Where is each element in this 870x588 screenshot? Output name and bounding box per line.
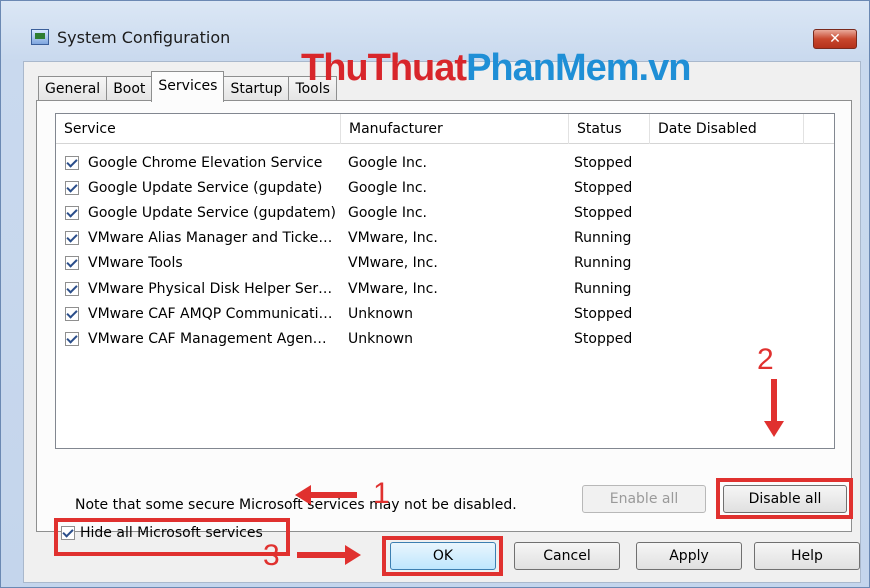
service-name: Google Update Service (gupdate)	[88, 179, 323, 196]
watermark-part-1: ThuThuat	[301, 47, 467, 89]
service-enable-checkbox[interactable]	[65, 155, 79, 170]
annotation-number-2: 2	[757, 343, 774, 376]
service-name: Google Update Service (gupdatem)	[88, 204, 336, 221]
service-enable-checkbox[interactable]	[65, 231, 79, 246]
column-header-manufacturer[interactable]: Manufacturer	[341, 114, 569, 144]
service-name: VMware Alias Manager and Ticke…	[88, 230, 333, 247]
hide-microsoft-services-option[interactable]: Hide all Microsoft services	[61, 525, 263, 541]
service-status: Stopped	[574, 154, 633, 171]
tab-services[interactable]: Services	[151, 71, 225, 102]
service-name-cell: Google Update Service (gupdate)	[56, 180, 341, 196]
table-row[interactable]: VMware Tools VMware, Inc. Running	[56, 251, 834, 276]
table-row[interactable]: VMware CAF Management Agen… Unknown Stoppe…	[56, 326, 834, 351]
service-manufacturer: Google Inc.	[348, 204, 427, 221]
service-enable-checkbox[interactable]	[65, 180, 79, 195]
tab-general[interactable]: General	[38, 76, 108, 102]
service-name: VMware Tools	[88, 255, 183, 272]
service-manufacturer: Google Inc.	[348, 154, 427, 171]
service-manufacturer: Google Inc.	[348, 179, 427, 196]
table-row[interactable]: Google Chrome Elevation Service Google In…	[56, 150, 834, 175]
service-status: Running	[574, 280, 632, 297]
service-manufacturer: Unknown	[348, 330, 413, 347]
system-configuration-window: System Configuration ✕ General Boot Serv…	[0, 0, 870, 588]
table-row[interactable]: VMware CAF AMQP Communicati… Unknown Stopp…	[56, 301, 834, 326]
list-header: Service Manufacturer Status Date Disable…	[56, 114, 834, 144]
ok-button[interactable]: OK	[390, 542, 496, 570]
column-header-status[interactable]: Status	[569, 114, 650, 144]
service-enable-checkbox[interactable]	[65, 256, 79, 271]
arrow-3-shaft	[297, 552, 345, 558]
services-panel: Service Manufacturer Status Date Disable…	[36, 100, 853, 556]
service-manufacturer: VMware, Inc.	[348, 255, 438, 272]
arrow-3-head-icon	[345, 545, 361, 565]
tab-strip: General Boot Services Startup Tools	[38, 70, 337, 102]
service-name: VMware Physical Disk Helper Ser…	[88, 280, 333, 297]
service-enable-checkbox[interactable]	[65, 281, 79, 296]
column-header-date-disabled[interactable]: Date Disabled	[650, 114, 804, 144]
annotation-number-3: 3	[263, 539, 280, 572]
watermark-part-2: PhanMem.vn	[466, 47, 691, 89]
service-status: Stopped	[574, 330, 633, 347]
table-row[interactable]: Google Update Service (gupdatem) Google I…	[56, 200, 834, 225]
service-name-cell: VMware CAF AMQP Communicati…	[56, 306, 341, 322]
service-status: Stopped	[574, 179, 633, 196]
service-name-cell: VMware Alias Manager and Ticke…	[56, 230, 341, 246]
apply-button[interactable]: Apply	[636, 542, 742, 570]
close-button[interactable]: ✕	[813, 29, 857, 49]
service-manufacturer: Unknown	[348, 305, 413, 322]
column-header-service[interactable]: Service	[56, 114, 341, 144]
service-name-cell: Google Update Service (gupdatem)	[56, 205, 341, 221]
service-name-cell: VMware CAF Management Agen…	[56, 331, 341, 347]
cancel-button[interactable]: Cancel	[514, 542, 620, 570]
service-enable-checkbox[interactable]	[65, 205, 79, 220]
service-name-cell: VMware Tools	[56, 255, 341, 271]
dialog-client-area: General Boot Services Startup Tools Serv…	[23, 61, 861, 583]
arrow-2-shaft	[771, 379, 777, 421]
window-title: System Configuration	[57, 28, 231, 47]
service-enable-checkbox[interactable]	[65, 331, 79, 346]
service-status: Stopped	[574, 305, 633, 322]
msconfig-app-icon	[31, 29, 49, 45]
service-status: Running	[574, 255, 632, 272]
table-row[interactable]: VMware Physical Disk Helper Ser… VMware, …	[56, 276, 834, 301]
table-row[interactable]: VMware Alias Manager and Ticke… VMware, I…	[56, 226, 834, 251]
service-manufacturer: VMware, Inc.	[348, 280, 438, 297]
service-manufacturer: VMware, Inc.	[348, 230, 438, 247]
service-name: VMware CAF AMQP Communicati…	[88, 305, 333, 322]
service-status: Stopped	[574, 204, 633, 221]
disable-all-button[interactable]: Disable all	[723, 485, 847, 513]
table-row[interactable]: Google Update Service (gupdate) Google In…	[56, 175, 834, 200]
arrow-1-shaft	[309, 492, 357, 498]
annotation-number-1: 1	[373, 477, 390, 510]
arrow-2-head-icon	[764, 421, 784, 437]
service-name: VMware CAF Management Agen…	[88, 330, 327, 347]
help-button[interactable]: Help	[754, 542, 860, 570]
watermark-logo: ThuThuatPhanMem.vn	[301, 47, 691, 90]
service-enable-checkbox[interactable]	[65, 306, 79, 321]
services-list[interactable]: Service Manufacturer Status Date Disable…	[55, 113, 835, 449]
service-rows: Google Chrome Elevation Service Google In…	[56, 150, 834, 352]
hide-microsoft-services-checkbox[interactable]	[61, 526, 75, 540]
tab-boot[interactable]: Boot	[106, 76, 153, 102]
service-name-cell: VMware Physical Disk Helper Ser…	[56, 281, 341, 297]
service-status: Running	[574, 230, 632, 247]
enable-all-button[interactable]: Enable all	[582, 485, 706, 513]
service-name-cell: Google Chrome Elevation Service	[56, 155, 341, 171]
tab-startup[interactable]: Startup	[223, 76, 290, 102]
hide-microsoft-services-label: Hide all Microsoft services	[80, 525, 263, 541]
service-name: Google Chrome Elevation Service	[88, 154, 323, 171]
